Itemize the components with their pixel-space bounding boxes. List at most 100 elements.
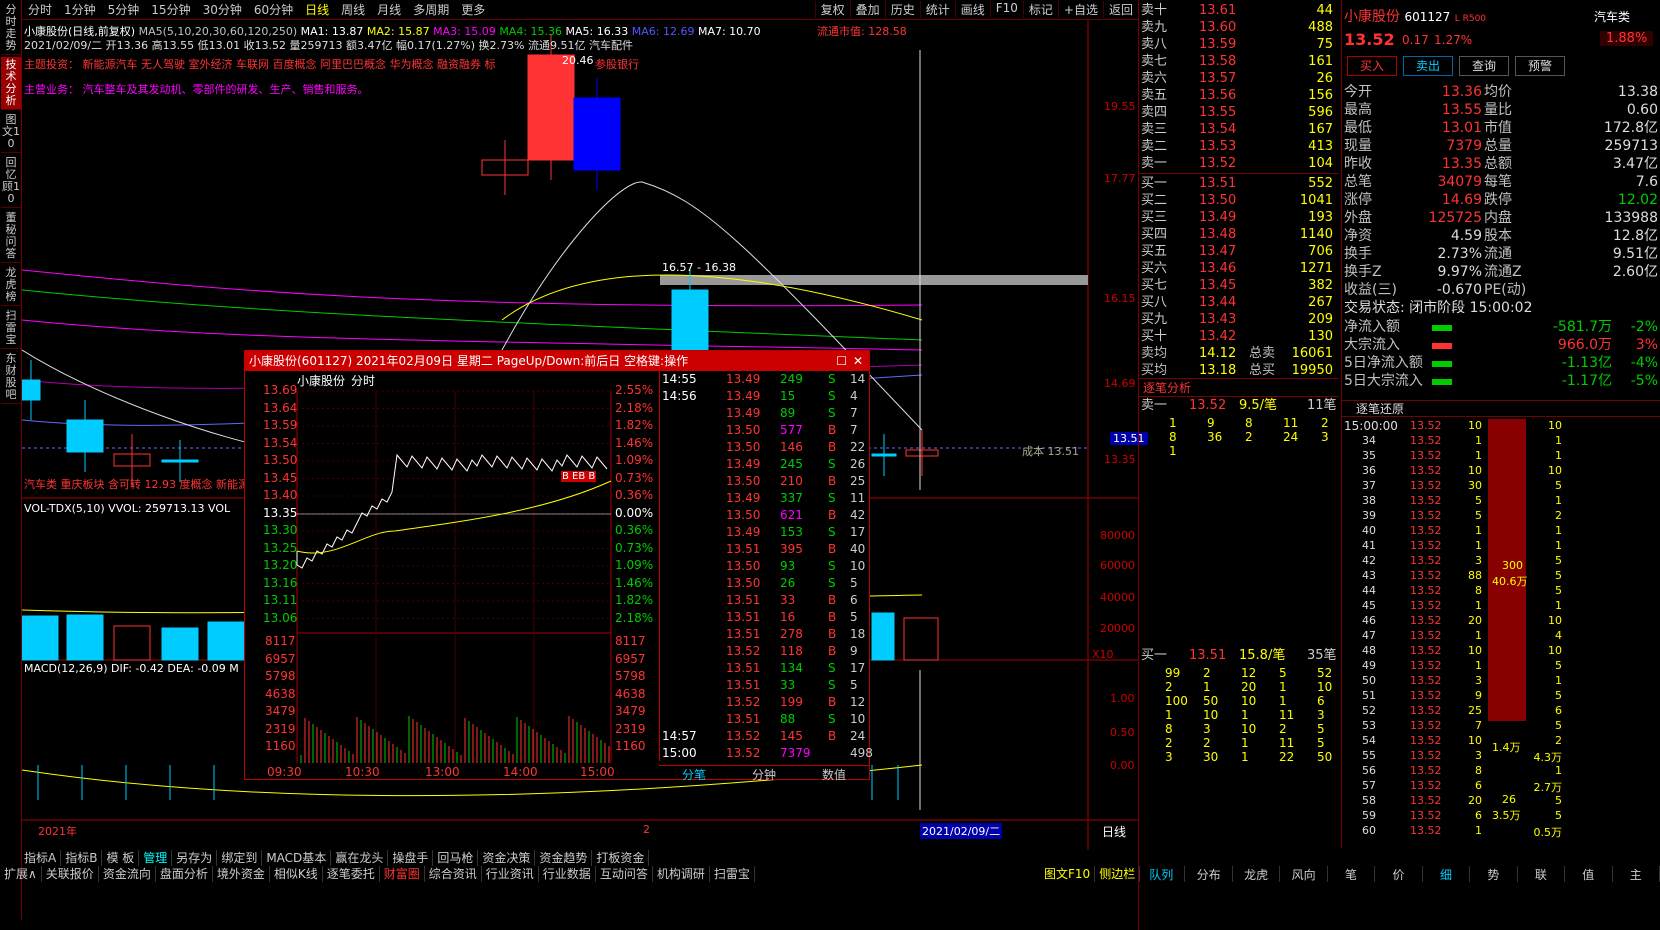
feature-button-5[interactable]: 相似K线 [270, 866, 323, 882]
tool-button-0[interactable]: 复权 [814, 1, 850, 18]
indicator-button-4[interactable]: 另存为 [172, 850, 218, 866]
tick-cell: 1 [1169, 444, 1177, 458]
period-tab-2[interactable]: 5分钟 [102, 1, 146, 18]
feature-button-9[interactable]: 行业资讯 [482, 866, 539, 882]
indicator-button-7[interactable]: 赢在龙头 [331, 850, 389, 866]
popup-title-bar[interactable]: 小康股份(601127) 2021年02月09日 星期二 PageUp/Down… [245, 351, 869, 371]
side-button-0[interactable]: 图文F10 [1040, 866, 1096, 882]
indicator-button-12[interactable]: 打板资金 [592, 850, 650, 866]
sector-name[interactable]: 汽车类 [1594, 8, 1630, 25]
feature-button-1[interactable]: 关联报价 [42, 866, 99, 882]
close-icon[interactable]: ✕ [853, 351, 863, 371]
indicator-button-3[interactable]: 管理 [139, 850, 173, 866]
side-button-1[interactable]: 侧边栏 [1095, 866, 1141, 882]
popup-tab-2[interactable]: 数值 [799, 766, 869, 782]
macd-tick: 0.00 [1110, 759, 1135, 772]
feature-button-7[interactable]: 财富圈 [380, 866, 425, 882]
trade-row: 13.49 89 S 7 [660, 405, 869, 422]
left-tab-strip: 分时走势 技术分析 图文10 回忆顾10 董秘问答 龙虎榜 扫雷宝 东财股吧 [0, 0, 22, 920]
indicator-button-0[interactable]: 指标A [20, 850, 62, 866]
indicator-button-10[interactable]: 资金决策 [478, 850, 536, 866]
left-tab-7[interactable]: 东财股吧 [1, 351, 21, 404]
indicator-button-6[interactable]: MACD基本 [262, 850, 332, 866]
period-tab-10[interactable]: 更多 [455, 1, 491, 18]
left-tab-0[interactable]: 分时走势 [1, 2, 21, 55]
tool-button-6[interactable]: 标记 [1022, 1, 1058, 18]
left-tab-5[interactable]: 龙虎榜 [1, 265, 21, 306]
stat-value: 13.55 [1441, 102, 1482, 118]
maximize-icon[interactable]: ☐ [836, 351, 847, 371]
trade-button-2[interactable]: 查询 [1459, 56, 1510, 76]
period-tab-3[interactable]: 15分钟 [145, 1, 196, 18]
right-tab-4[interactable]: 笔 [1328, 866, 1376, 882]
right-tab-1[interactable]: 分布 [1185, 866, 1233, 882]
trade-button-3[interactable]: 预警 [1515, 56, 1566, 76]
tool-button-2[interactable]: 历史 [884, 1, 920, 18]
feature-button-10[interactable]: 行业数据 [539, 866, 596, 882]
left-tab-3[interactable]: 回忆顾10 [1, 155, 21, 208]
period-tab-6[interactable]: 日线 [299, 1, 335, 18]
tick-seq: 58 [1362, 794, 1376, 807]
tick-volume: 10 [1468, 734, 1482, 747]
left-tab-1[interactable]: 技术分析 [1, 57, 21, 110]
indicator-button-9[interactable]: 回马枪 [433, 850, 479, 866]
trade-row: 13.51 33 B 6 [660, 592, 869, 609]
indicator-button-8[interactable]: 操盘手 [388, 850, 434, 866]
indicator-button-5[interactable]: 绑定到 [217, 850, 263, 866]
indicator-button-1[interactable]: 指标B [61, 850, 103, 866]
feature-button-3[interactable]: 盘面分析 [156, 866, 213, 882]
tags-line: 汽车类 重庆板块 含可转 12.93 度概念 新能源车 [24, 478, 246, 491]
trade-button-1[interactable]: 卖出 [1403, 56, 1454, 76]
feature-button-4[interactable]: 境外资金 [213, 866, 270, 882]
feature-button-11[interactable]: 互动问答 [596, 866, 653, 882]
feature-button-13[interactable]: 扫雷宝 [710, 866, 755, 882]
tick-volume: 7 [1475, 719, 1482, 732]
tool-button-3[interactable]: 统计 [919, 1, 955, 18]
period-tab-0[interactable]: 分时 [22, 1, 58, 18]
stat-value: 12.02 [1617, 192, 1658, 208]
stat-value: 259713 [1604, 138, 1658, 154]
feature-button-12[interactable]: 机构调研 [653, 866, 710, 882]
right-tab-10[interactable]: 主 [1613, 866, 1660, 882]
tool-button-5[interactable]: F10 [989, 1, 1023, 18]
intraday-popup[interactable]: 小康股份(601127) 2021年02月09日 星期二 PageUp/Down… [244, 350, 873, 782]
period-tab-8[interactable]: 月线 [371, 1, 407, 18]
ma7-value: MA7: 10.70 [697, 25, 761, 38]
tool-button-8[interactable]: 返回 [1102, 1, 1138, 18]
popup-tab-0[interactable]: 分笔 [659, 766, 729, 782]
feature-button-6[interactable]: 逐笔委托 [323, 866, 380, 882]
period-tab-1[interactable]: 1分钟 [58, 1, 102, 18]
right-tab-6[interactable]: 细 [1423, 866, 1471, 882]
period-tab-7[interactable]: 周线 [335, 1, 371, 18]
period-tab-4[interactable]: 30分钟 [197, 1, 248, 18]
level-price: 13.49 [1199, 210, 1237, 225]
right-tab-0[interactable]: 队列 [1138, 866, 1186, 882]
right-tab-9[interactable]: 值 [1565, 866, 1613, 882]
indicator-button-2[interactable]: 模 板 [102, 850, 140, 866]
feature-button-2[interactable]: 资金流向 [99, 866, 156, 882]
indicator-button-11[interactable]: 资金趋势 [535, 850, 593, 866]
left-tab-4[interactable]: 董秘问答 [1, 210, 21, 263]
tool-button-7[interactable]: +自选 [1057, 1, 1103, 18]
tick-volume: 10 [1468, 419, 1482, 432]
feature-button-8[interactable]: 综合资讯 [425, 866, 482, 882]
order-book-row: 买六 13.46 1271 [1139, 260, 1339, 277]
level-volume: 161 [1308, 54, 1333, 69]
trade-button-0[interactable]: 买入 [1347, 56, 1398, 76]
period-tab-9[interactable]: 多周期 [407, 1, 455, 18]
order-book-row: 卖二 13.53 413 [1139, 138, 1339, 155]
right-tab-7[interactable]: 势 [1470, 866, 1518, 882]
right-tab-3[interactable]: 风向 [1280, 866, 1328, 882]
feature-button-0[interactable]: 扩展∧ [0, 866, 42, 882]
period-tab-5[interactable]: 60分钟 [248, 1, 299, 18]
tool-button-4[interactable]: 画线 [954, 1, 990, 18]
left-tab-2[interactable]: 图文10 [1, 112, 21, 153]
tool-button-1[interactable]: 叠加 [849, 1, 885, 18]
tick-row: 8 36 2 24 3 [1139, 429, 1339, 444]
left-tab-6[interactable]: 扫雷宝 [1, 308, 21, 349]
popup-tab-1[interactable]: 分钟 [729, 766, 799, 782]
right-tab-2[interactable]: 龙虎 [1233, 866, 1281, 882]
right-tab-8[interactable]: 联 [1518, 866, 1566, 882]
tick-price: 13.52 [1410, 719, 1442, 732]
right-tab-5[interactable]: 价 [1375, 866, 1423, 882]
